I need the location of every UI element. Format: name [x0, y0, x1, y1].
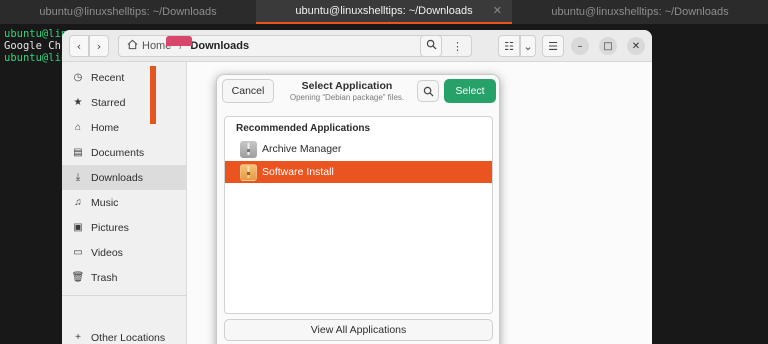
app-row-archive-manager[interactable]: Archive Manager — [225, 138, 492, 160]
deb-file-icon — [166, 36, 192, 46]
search-icon — [426, 39, 437, 53]
sidebar: ◷ Recent ★ Starred ⌂ Home ▤ Documents ⤓ … — [62, 62, 187, 344]
terminal-tab-title: ubuntu@linuxshelltips: ~/Downloads — [551, 6, 729, 18]
sidebar-item-label: Recent — [91, 71, 125, 84]
section-header: Recommended Applications — [236, 123, 371, 134]
sidebar-item-home[interactable]: ⌂ Home — [62, 115, 187, 140]
file-manager-header: ‹ › Home / Downloads ⋮ ☷ ⌄ ☰ – □ ✕ — [62, 30, 652, 62]
select-button[interactable]: Select — [444, 79, 496, 103]
sidebar-item-pictures[interactable]: ▣ Pictures — [62, 215, 187, 240]
download-icon: ⤓ — [75, 172, 81, 183]
back-button[interactable]: ‹ — [69, 35, 89, 57]
terminal-tab-1[interactable]: ubuntu@linuxshelltips: ~/Downloads — [0, 0, 256, 24]
sidebar-item-label: Downloads — [91, 171, 143, 184]
trash-icon: 🗑 — [71, 272, 85, 283]
close-icon: ✕ — [631, 40, 641, 52]
sidebar-item-label: Starred — [91, 96, 126, 109]
star-icon: ★ — [73, 97, 83, 108]
app-name: Software Install — [262, 166, 334, 178]
sidebar-item-downloads[interactable]: ⤓ Downloads — [62, 165, 187, 190]
terminal-tab-2[interactable]: ubuntu@linuxshelltips: ~/Downloads ✕ — [256, 0, 512, 24]
terminal-tab-title: ubuntu@linuxshelltips: ~/Downloads — [39, 6, 217, 18]
search-icon — [423, 82, 434, 101]
search-button[interactable] — [417, 80, 439, 102]
archive-manager-icon — [240, 140, 257, 158]
sidebar-item-trash[interactable]: 🗑 Trash — [62, 265, 187, 290]
close-window-button[interactable]: ✕ — [627, 37, 645, 55]
sidebar-divider — [62, 295, 187, 296]
main-menu-button[interactable]: ☰ — [542, 35, 564, 57]
sidebar-item-label: Documents — [91, 146, 145, 159]
search-button[interactable] — [420, 35, 442, 57]
sidebar-item-label: Pictures — [91, 221, 129, 234]
plus-icon: + — [75, 332, 81, 343]
home-icon — [125, 39, 139, 53]
hamburger-menu-icon: ☰ — [548, 39, 558, 53]
sidebar-item-documents[interactable]: ▤ Documents — [62, 140, 187, 165]
sidebar-item-videos[interactable]: ▭ Videos — [62, 240, 187, 265]
application-list: Recommended Applications Archive Manager… — [224, 116, 493, 314]
minimize-icon: – — [577, 40, 583, 52]
software-install-icon — [240, 163, 257, 181]
maximize-button[interactable]: □ — [599, 37, 617, 55]
sidebar-item-label: Videos — [91, 246, 123, 259]
view-options-button[interactable]: ⌄ — [520, 35, 536, 57]
sidebar-item-label: Music — [91, 196, 119, 209]
terminal-tab-3[interactable]: ubuntu@linuxshelltips: ~/Downloads — [512, 0, 768, 24]
sidebar-item-recent[interactable]: ◷ Recent — [62, 65, 187, 90]
breadcrumb-current[interactable]: Downloads — [190, 40, 249, 52]
maximize-icon: □ — [603, 40, 613, 52]
cancel-button[interactable]: Cancel — [222, 79, 274, 103]
close-tab-icon[interactable]: ✕ — [493, 4, 502, 17]
select-application-dialog: Cancel Select Application Opening “Debia… — [216, 74, 500, 344]
picture-icon: ▣ — [73, 222, 83, 233]
view-all-applications-button[interactable]: View All Applications — [224, 319, 493, 341]
sidebar-item-label: Home — [91, 121, 120, 134]
minimize-button[interactable]: – — [571, 37, 589, 55]
terminal-tab-title: ubuntu@linuxshelltips: ~/Downloads — [295, 5, 473, 17]
home-icon: ⌂ — [74, 122, 82, 133]
document-icon: ▤ — [73, 147, 83, 158]
chevron-left-icon: ‹ — [76, 39, 82, 53]
chevron-down-icon: ⌄ — [523, 39, 533, 53]
terminal-tab-bar: ubuntu@linuxshelltips: ~/Downloads ubunt… — [0, 0, 768, 24]
forward-button[interactable]: › — [89, 35, 109, 57]
sidebar-item-label: Trash — [91, 271, 118, 284]
sidebar-item-label: Other Locations — [91, 331, 166, 344]
sidebar-item-music[interactable]: ♫ Music — [62, 190, 187, 215]
chevron-right-icon: › — [96, 39, 102, 53]
kebab-menu-icon[interactable]: ⋮ — [452, 40, 463, 53]
sidebar-item-other-locations[interactable]: + Other Locations — [62, 325, 187, 344]
deb-file-icon — [150, 66, 156, 124]
view-list-button[interactable]: ☷ — [498, 35, 520, 57]
dialog-title: Select Application — [301, 80, 393, 92]
video-icon: ▭ — [73, 247, 83, 258]
app-row-software-install[interactable]: Software Install — [225, 161, 492, 183]
app-name: Archive Manager — [262, 143, 342, 155]
clock-icon: ◷ — [73, 72, 83, 83]
dialog-subtitle: Opening “Debian package” files. — [289, 93, 405, 102]
music-icon: ♫ — [74, 197, 82, 208]
terminal-line: Google Chr — [4, 40, 68, 52]
sidebar-item-starred[interactable]: ★ Starred — [62, 90, 187, 115]
list-view-icon: ☷ — [504, 39, 514, 53]
